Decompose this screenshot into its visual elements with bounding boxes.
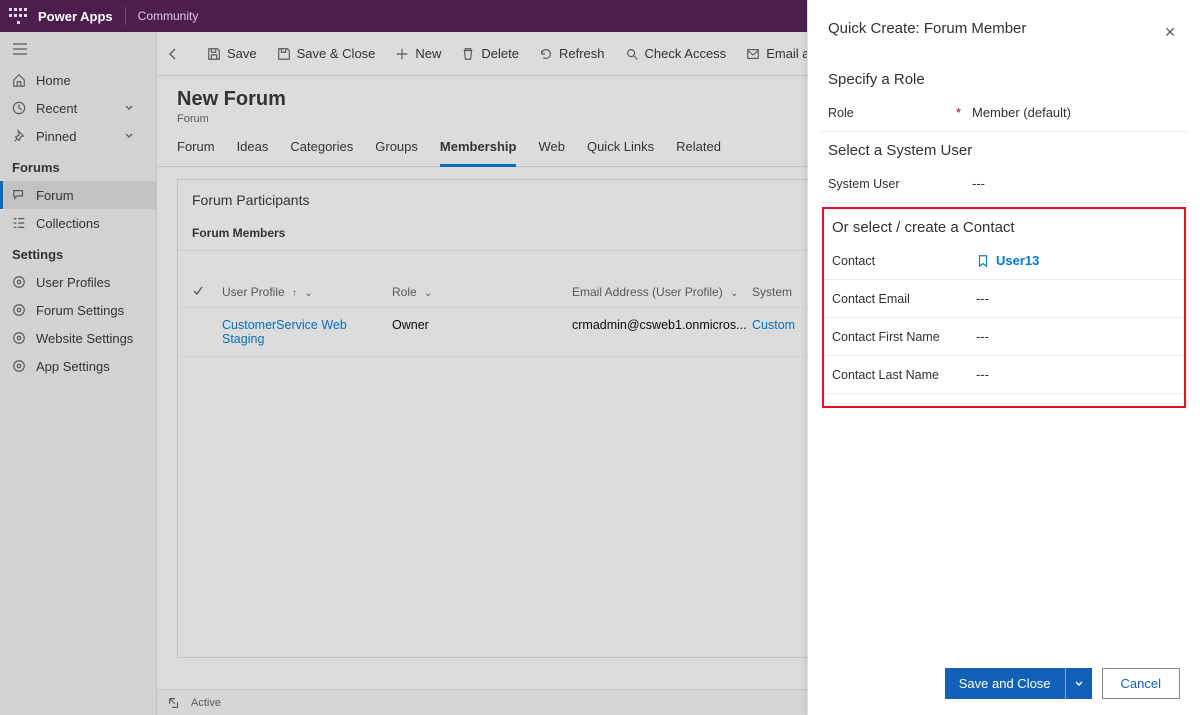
- quick-create-panel: Quick Create: Forum Member ✕ Specify a R…: [807, 0, 1200, 715]
- chevron-down-icon: ⌄: [730, 288, 738, 299]
- col-email[interactable]: Email Address (User Profile) ⌄: [572, 285, 752, 299]
- nav-group-settings: Settings: [0, 237, 156, 268]
- nav-home-label: Home: [36, 73, 71, 88]
- row-role: Owner: [392, 318, 572, 346]
- cmd-refresh[interactable]: Refresh: [529, 32, 615, 75]
- nav-recent[interactable]: Recent: [0, 94, 156, 122]
- row-user-link[interactable]: CustomerService Web Staging: [222, 318, 392, 346]
- section-or-contact: Or select / create a Contact: [824, 209, 1184, 242]
- chevron-down-icon: ⌄: [424, 288, 432, 299]
- nav-forum-settings[interactable]: Forum Settings: [0, 296, 156, 324]
- nav-home[interactable]: Home: [0, 66, 156, 94]
- tab-ideas[interactable]: Ideas: [237, 139, 269, 166]
- tab-groups[interactable]: Groups: [375, 139, 418, 166]
- field-contact-email[interactable]: Contact Email ---: [824, 280, 1184, 318]
- nav-user-profiles[interactable]: User Profiles: [0, 268, 156, 296]
- nav-collections-label: Collections: [36, 216, 100, 231]
- save-and-close-button[interactable]: Save and Close: [945, 668, 1065, 699]
- section-specify-role: Specify a Role: [820, 61, 1188, 94]
- contact-icon: [976, 254, 990, 268]
- field-contact-first-name[interactable]: Contact First Name ---: [824, 318, 1184, 356]
- nav-app-settings[interactable]: App Settings: [0, 352, 156, 380]
- nav-pinned[interactable]: Pinned: [0, 122, 156, 150]
- chevron-down-icon: ⌄: [304, 288, 312, 299]
- nav-toggle[interactable]: [0, 32, 156, 66]
- field-contact-last-name[interactable]: Contact Last Name ---: [824, 356, 1184, 394]
- nav-recent-label: Recent: [36, 101, 77, 116]
- section-select-system-user: Select a System User: [820, 132, 1188, 165]
- quick-create-footer: Save and Close Cancel: [808, 652, 1200, 715]
- nav-website-settings[interactable]: Website Settings: [0, 324, 156, 352]
- tab-membership[interactable]: Membership: [440, 139, 517, 167]
- cmd-delete[interactable]: Delete: [451, 32, 529, 75]
- highlighted-contact-section: Or select / create a Contact Contact Use…: [822, 207, 1186, 408]
- save-close-chevron[interactable]: [1065, 668, 1092, 699]
- tab-web[interactable]: Web: [538, 139, 565, 166]
- left-nav: Home Recent Pinned Forums Forum Collecti…: [0, 32, 157, 715]
- col-select[interactable]: [192, 285, 222, 299]
- contact-lookup-value[interactable]: User13: [976, 253, 1176, 268]
- popout-icon[interactable]: [167, 696, 181, 710]
- environment-label: Community: [138, 9, 199, 23]
- nav-forum-label: Forum: [36, 188, 74, 203]
- divider: [125, 7, 126, 25]
- quick-create-title: Quick Create: Forum Member: [828, 20, 1026, 37]
- cancel-button[interactable]: Cancel: [1102, 668, 1180, 699]
- close-button[interactable]: ✕: [1160, 20, 1180, 45]
- back-button[interactable]: [165, 46, 197, 62]
- row-email: crmadmin@csweb1.onmicros...: [572, 318, 752, 346]
- col-role[interactable]: Role ⌄: [392, 285, 572, 299]
- tab-categories[interactable]: Categories: [290, 139, 353, 166]
- cmd-new[interactable]: New: [385, 32, 451, 75]
- tab-forum[interactable]: Forum: [177, 139, 215, 166]
- save-close-split-button: Save and Close: [945, 668, 1092, 699]
- tab-quick-links[interactable]: Quick Links: [587, 139, 654, 166]
- tab-related[interactable]: Related: [676, 139, 721, 166]
- nav-forum[interactable]: Forum: [0, 181, 156, 209]
- cmd-check-access[interactable]: Check Access: [615, 32, 737, 75]
- sort-asc-icon: ↑: [292, 288, 297, 299]
- field-system-user[interactable]: System User ---: [820, 165, 1188, 203]
- nav-group-forums: Forums: [0, 150, 156, 181]
- nav-collections[interactable]: Collections: [0, 209, 156, 237]
- chevron-down-icon: [124, 131, 134, 141]
- status-text: Active: [191, 697, 221, 709]
- nav-pinned-label: Pinned: [36, 129, 76, 144]
- col-user-profile[interactable]: User Profile ↑ ⌄: [222, 285, 392, 299]
- brand-label: Power Apps: [38, 9, 113, 24]
- field-contact[interactable]: Contact User13: [824, 242, 1184, 280]
- cmd-save-close[interactable]: Save & Close: [267, 32, 386, 75]
- field-role[interactable]: Role * Member (default): [820, 94, 1188, 132]
- cmd-save[interactable]: Save: [197, 32, 267, 75]
- app-launcher-icon[interactable]: [8, 6, 28, 26]
- chevron-down-icon: [124, 103, 134, 113]
